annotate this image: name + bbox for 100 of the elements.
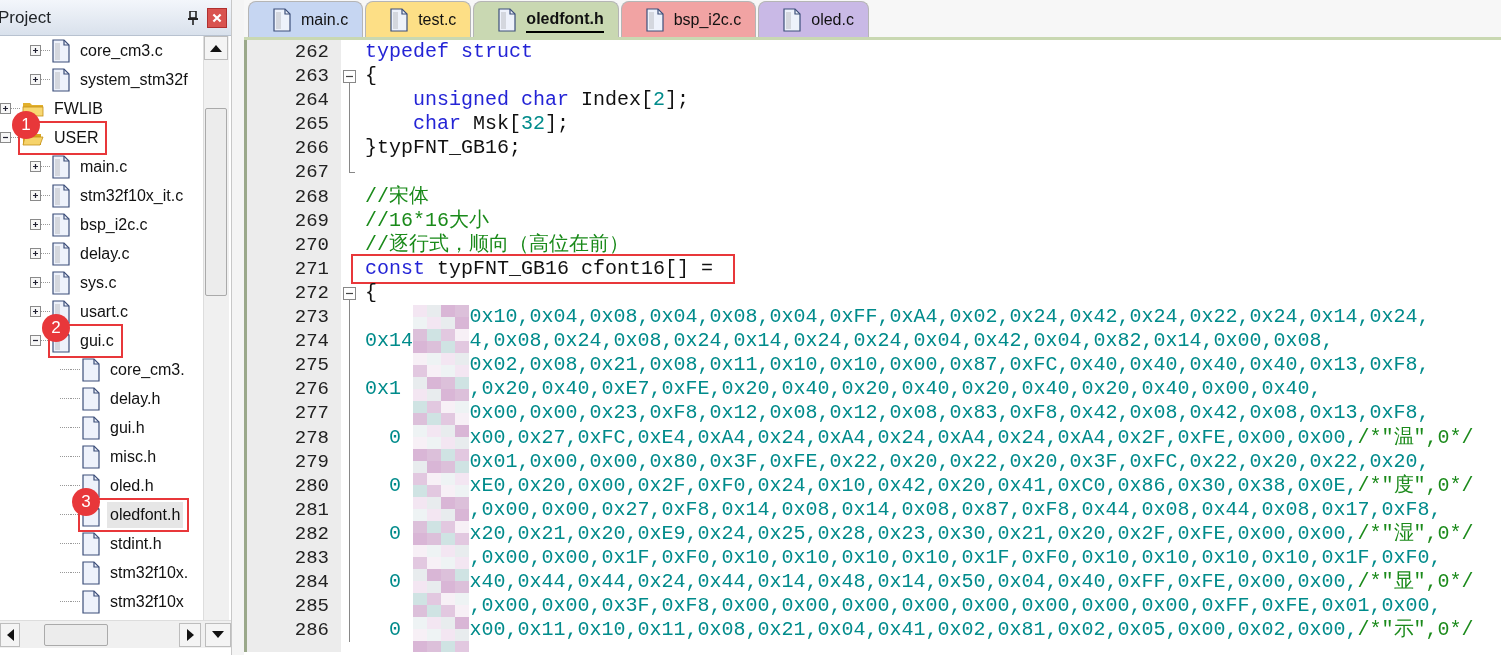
left-arrow-icon bbox=[6, 628, 14, 641]
panel-title: Project bbox=[0, 6, 51, 29]
code-line: 0 x20,0x21,0x20,0xE9,0x24,0x25,0x28,0x23,0x30,0x21,0x20,0x2F,0xFE,0x00,0x00,/*"湿",0*/ bbox=[388, 521, 1475, 546]
tree-item[interactable]: usart.c bbox=[77, 298, 131, 325]
tree-item[interactable]: delay.h bbox=[107, 385, 164, 412]
code-line: //逐行式，顺向（高位在前） bbox=[365, 232, 630, 257]
editor-tab[interactable]: main.c bbox=[248, 1, 364, 37]
code-line: { bbox=[365, 64, 378, 89]
code-line: typedef struct bbox=[365, 40, 535, 65]
line-number: 280 bbox=[293, 473, 330, 498]
collapse-icon[interactable] bbox=[0, 132, 11, 143]
close-icon[interactable] bbox=[207, 7, 227, 28]
file-icon bbox=[82, 444, 100, 469]
dropdown-button[interactable] bbox=[205, 622, 231, 647]
file-icon bbox=[498, 7, 517, 32]
editor-tab[interactable]: test.c bbox=[365, 1, 472, 37]
code-line: }typFNT_GB16; bbox=[365, 136, 523, 161]
line-number: 284 bbox=[293, 570, 330, 595]
tree-item[interactable]: main.c bbox=[77, 153, 131, 180]
code-line: 0 xE0,0x20,0x00,0x2F,0xF0,0x24,0x10,0x42,0x20,0x41,0xC0,0x86,0x30,0x38,0x0E,/*"度",0*/ bbox=[388, 473, 1475, 498]
expand-icon[interactable] bbox=[0, 103, 11, 114]
file-icon bbox=[783, 7, 802, 32]
tree-item[interactable]: core_cm3.c bbox=[77, 37, 166, 64]
tree-item[interactable]: system_stm32f bbox=[77, 66, 191, 93]
line-number: 283 bbox=[293, 545, 330, 571]
file-icon bbox=[52, 38, 70, 63]
tree-item[interactable]: bsp_i2c.c bbox=[77, 211, 151, 238]
expand-icon[interactable] bbox=[30, 306, 41, 317]
expand-icon[interactable] bbox=[30, 190, 41, 201]
code-line: 0x01,0x00,0x00,0x80,0x3F,0xFE,0x22,0x20,0x22,0x20,0x3F,0xFC,0x22,0x20,0x22,0x20, bbox=[468, 449, 1431, 474]
line-number: 275 bbox=[293, 353, 330, 378]
tree-item[interactable]: gui.h bbox=[107, 414, 148, 441]
code-line: 0 x00,0x27,0xFC,0xE4,0xA4,0x24,0xA4,0x24,0xA4,0x24,0xA4,0x2F,0xFE,0x00,0x00,/*"温",0*/ bbox=[388, 425, 1475, 450]
step-marker: 3 bbox=[72, 487, 100, 516]
horizontal-scrollbar[interactable] bbox=[0, 620, 231, 648]
expand-icon[interactable] bbox=[30, 161, 41, 172]
line-number: 279 bbox=[293, 449, 330, 474]
editor-tab[interactable]: oledfont.h bbox=[473, 1, 619, 37]
step-marker: 1 bbox=[12, 110, 40, 139]
line-number: 271 bbox=[293, 256, 330, 281]
tree-item[interactable]: gui.c bbox=[77, 327, 117, 354]
file-icon bbox=[52, 241, 70, 266]
line-number: 278 bbox=[293, 425, 330, 450]
editor-tab[interactable]: oled.c bbox=[758, 1, 869, 37]
file-icon bbox=[645, 7, 664, 32]
code-line: //宋体 bbox=[365, 184, 430, 209]
tree-item[interactable]: FWLIB bbox=[51, 95, 106, 122]
line-number: 269 bbox=[293, 208, 330, 233]
scroll-thumb[interactable] bbox=[205, 108, 227, 296]
tree-item[interactable]: stm32f10x_it.c bbox=[77, 182, 187, 209]
code-line: ,0x00,0x00,0x1F,0xF0,0x10,0x10,0x10,0x10,0x1F,0xF0,0x10,0x10,0x10,0x10,0x1F,0xF0, bbox=[468, 545, 1443, 571]
expand-icon[interactable] bbox=[30, 74, 41, 85]
step-marker: 2 bbox=[42, 313, 70, 342]
collapse-icon[interactable] bbox=[30, 335, 41, 346]
code-line: ,0x00,0x00,0x3F,0xF8,0x00,0x00,0x00,0x00,0x00,0x00,0x00,0x00,0xFF,0xFE,0x01,0x00, bbox=[468, 594, 1443, 619]
right-arrow-icon bbox=[186, 628, 194, 641]
code-line: 0x1 ,0x20,0x40,0xE7,0xFE,0x20,0x40,0x20,0x40,0x20,0x40,0x20,0x40,0x00,0x40, bbox=[365, 377, 1323, 402]
expand-icon[interactable] bbox=[30, 45, 41, 56]
vertical-scrollbar[interactable] bbox=[203, 36, 229, 620]
tree-item[interactable]: stm32f10x. bbox=[107, 559, 192, 586]
code-line: 0x02,0x08,0x21,0x08,0x11,0x10,0x10,0x00,0x87,0xFC,0x40,0x40,0x40,0x40,0x13,0xF8, bbox=[468, 353, 1431, 378]
tree-item[interactable]: misc.h bbox=[107, 443, 160, 470]
pin-icon[interactable] bbox=[187, 10, 199, 25]
line-number: 266 bbox=[293, 136, 330, 161]
line-number: 274 bbox=[293, 329, 330, 354]
collapse-icon[interactable] bbox=[343, 70, 356, 84]
editor-tab[interactable]: bsp_i2c.c bbox=[620, 1, 757, 37]
file-icon bbox=[52, 154, 70, 179]
file-icon bbox=[82, 415, 100, 440]
file-icon bbox=[273, 7, 291, 32]
tree-item[interactable]: oledfont.h bbox=[107, 501, 184, 528]
code-line: const typFNT_GB16 cfont16[] = bbox=[353, 255, 734, 282]
tree-item[interactable]: oled.h bbox=[107, 472, 157, 499]
scroll-right-button[interactable] bbox=[179, 622, 201, 647]
line-number: 263 bbox=[293, 64, 330, 89]
tree-item[interactable]: core_cm3. bbox=[107, 356, 188, 383]
scroll-left-button[interactable] bbox=[0, 622, 20, 647]
tree-item[interactable]: stdint.h bbox=[107, 530, 165, 557]
collapse-icon[interactable] bbox=[343, 286, 356, 300]
line-number: 272 bbox=[293, 280, 330, 306]
code-line: 0x10,0x04,0x08,0x04,0x08,0x04,0xFF,0xA4,0x02,0x24,0x42,0x24,0x22,0x24,0x14,0x24, bbox=[468, 305, 1431, 330]
file-icon bbox=[82, 531, 100, 556]
tree-item[interactable]: stm32f10x bbox=[107, 588, 187, 615]
expand-icon[interactable] bbox=[30, 277, 41, 288]
tree-item[interactable]: USER bbox=[51, 124, 102, 151]
code-line: unsigned char Index[2]; bbox=[412, 88, 691, 113]
tree-item[interactable]: sys.c bbox=[77, 269, 120, 296]
file-icon bbox=[52, 270, 70, 295]
expand-icon[interactable] bbox=[30, 219, 41, 230]
line-number: 265 bbox=[293, 112, 330, 137]
code-line: ,0x00,0x00,0x27,0xF8,0x14,0x08,0x14,0x08,0x87,0xF8,0x44,0x08,0x44,0x08,0x17,0xF8, bbox=[468, 497, 1443, 522]
line-number: 277 bbox=[293, 401, 330, 426]
tree-item[interactable]: delay.c bbox=[77, 240, 133, 267]
line-number: 268 bbox=[293, 184, 330, 209]
scroll-thumb[interactable] bbox=[44, 623, 108, 646]
scroll-up-button[interactable] bbox=[204, 36, 228, 60]
line-number: 267 bbox=[293, 160, 330, 185]
code-line: 0 x40,0x44,0x44,0x24,0x44,0x14,0x48,0x14,0x50,0x04,0x40,0xFF,0xFE,0x00,0x00,/*"显",0*/ bbox=[388, 570, 1475, 595]
expand-icon[interactable] bbox=[30, 248, 41, 259]
code-line: char Msk[32]; bbox=[412, 112, 571, 137]
